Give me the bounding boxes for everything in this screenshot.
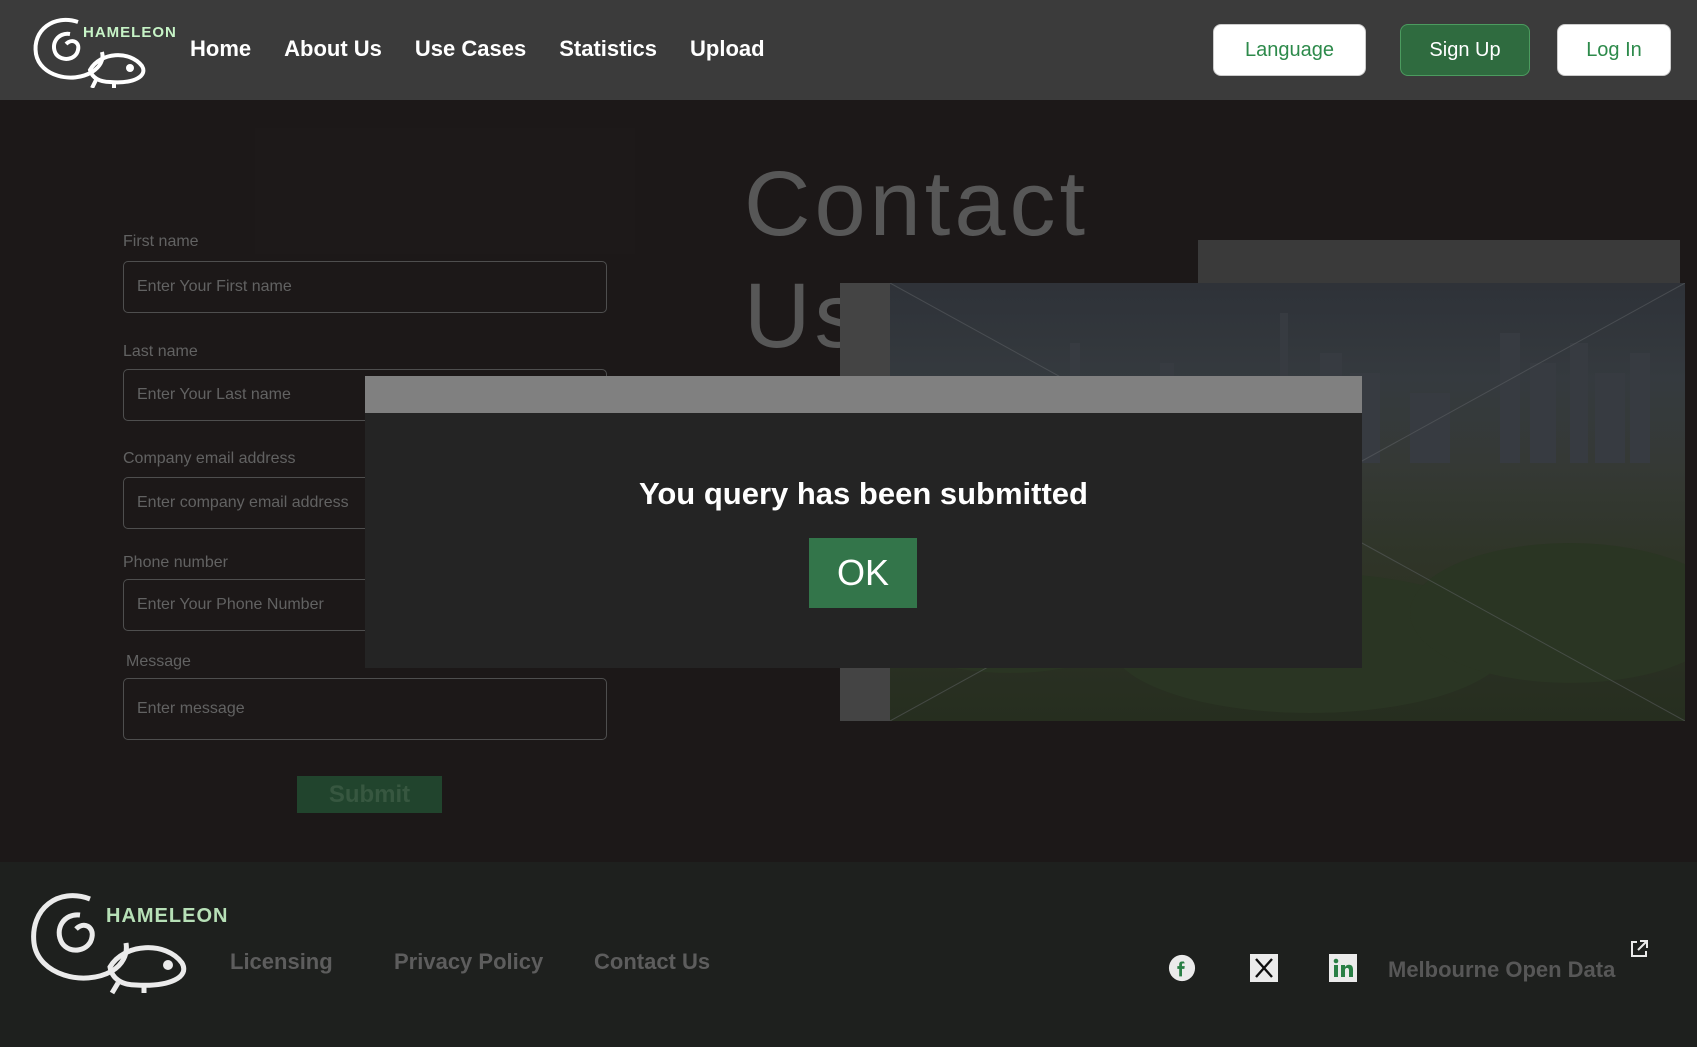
phone-placeholder: Enter Your Phone Number [137,596,324,613]
page: HAMELEON Home About Us Use Cases Statist… [0,0,1697,1047]
chameleon-logo-icon [31,893,187,995]
image-backdrop [1198,240,1680,288]
x-icon[interactable] [1250,954,1278,982]
language-button[interactable]: Language [1213,24,1366,76]
nav-upload[interactable]: Upload [690,36,765,62]
message-placeholder: Enter message [137,700,245,717]
external-link-icon[interactable] [1628,938,1650,965]
submission-dialog: You query has been submitted OK [365,376,1362,668]
email-placeholder: Enter company email address [137,494,349,511]
log-in-button[interactable]: Log In [1557,24,1671,76]
dialog-header-bar [365,376,1362,413]
main-nav: Home About Us Use Cases Statistics Uploa… [190,36,798,62]
linkedin-icon[interactable] [1329,954,1357,982]
facebook-icon[interactable] [1168,954,1196,982]
last-name-label: Last name [123,343,198,360]
nav-about-us[interactable]: About Us [284,36,382,62]
footer-licensing-link[interactable]: Licensing [230,949,333,975]
page-title-line-1: Contact [744,153,1090,255]
message-input[interactable]: Enter message [123,678,607,740]
footer-logo[interactable]: HAMELEON [28,885,227,995]
phone-label: Phone number [123,554,228,571]
logo[interactable]: HAMELEON [30,12,176,89]
nav-use-cases[interactable]: Use Cases [415,36,526,62]
footer-logo-text: HAMELEON [106,905,229,927]
last-name-placeholder: Enter Your Last name [137,386,291,403]
melbourne-open-data-link[interactable]: Melbourne Open Data [1388,957,1615,983]
footer-contact-us-link[interactable]: Contact Us [594,949,710,975]
first-name-placeholder: Enter Your First name [137,278,292,295]
ok-button[interactable]: OK [809,538,917,608]
nav-statistics[interactable]: Statistics [559,36,657,62]
header: HAMELEON Home About Us Use Cases Statist… [0,0,1697,100]
dialog-message: You query has been submitted [638,476,1088,511]
logo-text: HAMELEON [83,24,177,41]
submit-button[interactable]: Submit [297,776,442,813]
email-label: Company email address [123,450,296,467]
sign-up-button[interactable]: Sign Up [1400,24,1530,76]
nav-home[interactable]: Home [190,36,251,62]
first-name-input[interactable]: Enter Your First name [123,261,607,313]
footer-privacy-policy-link[interactable]: Privacy Policy [394,949,543,975]
first-name-label: First name [123,233,199,250]
message-label: Message [126,653,191,670]
